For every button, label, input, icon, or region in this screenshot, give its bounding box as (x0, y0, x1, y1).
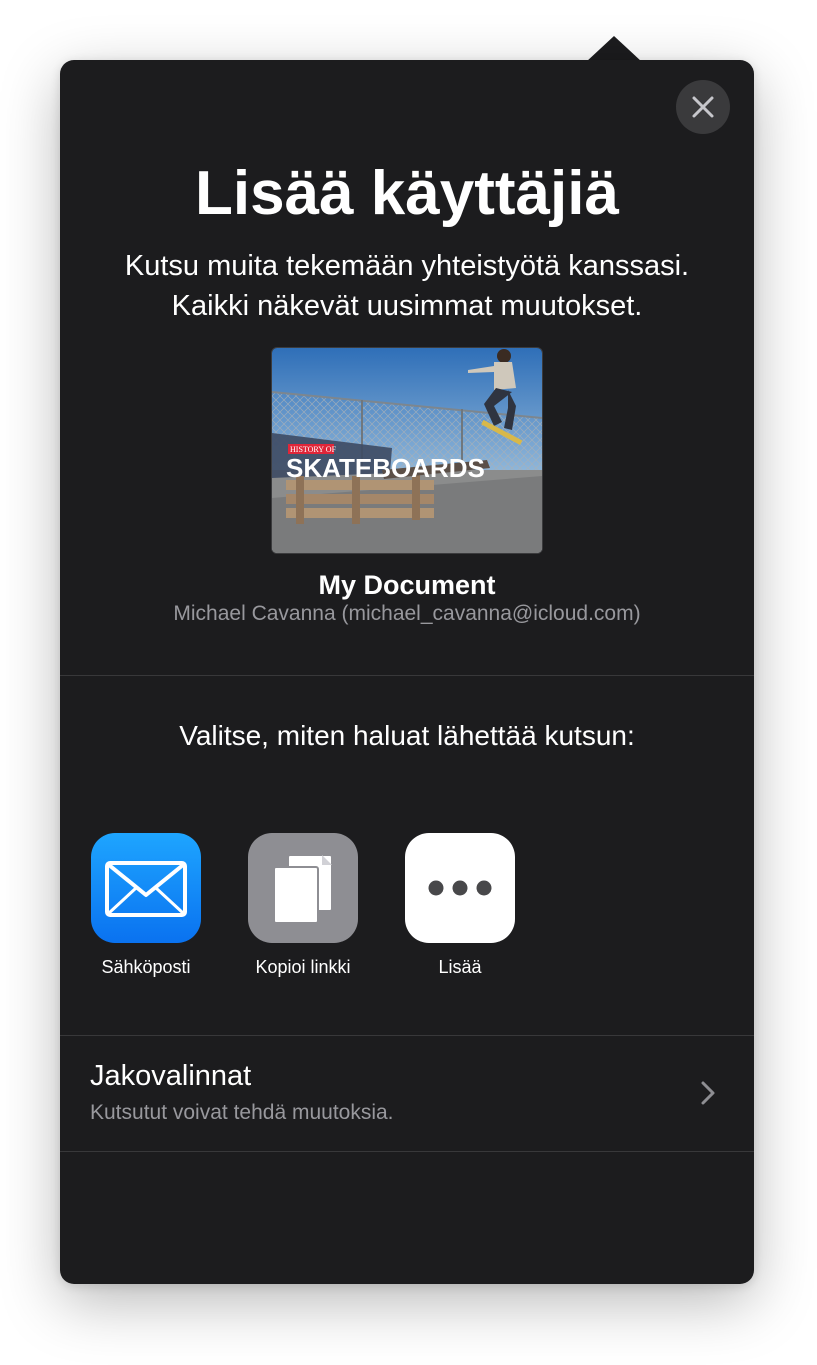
share-more-button[interactable]: Lisää (385, 833, 535, 979)
share-more-label: Lisää (438, 957, 482, 977)
close-icon (692, 96, 714, 118)
close-button[interactable] (676, 80, 730, 134)
document-name: My Document (318, 570, 496, 600)
invite-prompt: Valitse, miten haluat lähettää kutsun: (179, 720, 635, 751)
dialog-title: Lisää käyttäjiä (195, 159, 619, 228)
popover-arrow (586, 36, 642, 62)
share-email-button[interactable]: Sähköposti (71, 833, 221, 979)
thumb-banner-large: SKATEBOARDS (286, 453, 485, 483)
chevron-right-icon (701, 1081, 715, 1105)
share-copy-link-button[interactable]: Kopioi linkki (228, 833, 378, 979)
divider (60, 675, 754, 676)
sharing-options-subtitle: Kutsutut voivat tehdä muutoksia. (90, 1101, 394, 1124)
share-copy-link-label: Kopioi linkki (255, 957, 351, 977)
share-email-label: Sähköposti (101, 957, 191, 977)
mail-icon (91, 833, 201, 943)
dialog-subtitle: Kutsu muita tekemään yhteistyötä kanssas… (60, 246, 754, 326)
sharing-options-row[interactable]: Jakovalinnat Kutsutut voivat tehdä muuto… (60, 1036, 754, 1151)
divider (60, 1151, 754, 1152)
document-owner: Michael Cavanna (michael_cavanna@icloud.… (173, 602, 641, 625)
subtitle-line-1: Kutsu muita tekemään yhteistyötä kanssas… (124, 250, 690, 282)
document-thumbnail: HISTORY OF SKATEBOARDS (271, 347, 543, 554)
copy-icon (248, 833, 358, 943)
add-people-popover: Lisää käyttäjiä Kutsu muita tekemään yht… (60, 60, 754, 1284)
more-icon (405, 833, 515, 943)
subtitle-line-2: Kaikki näkevät uusimmat muutokset. (171, 290, 643, 322)
sharing-options-title: Jakovalinnat (90, 1060, 252, 1092)
